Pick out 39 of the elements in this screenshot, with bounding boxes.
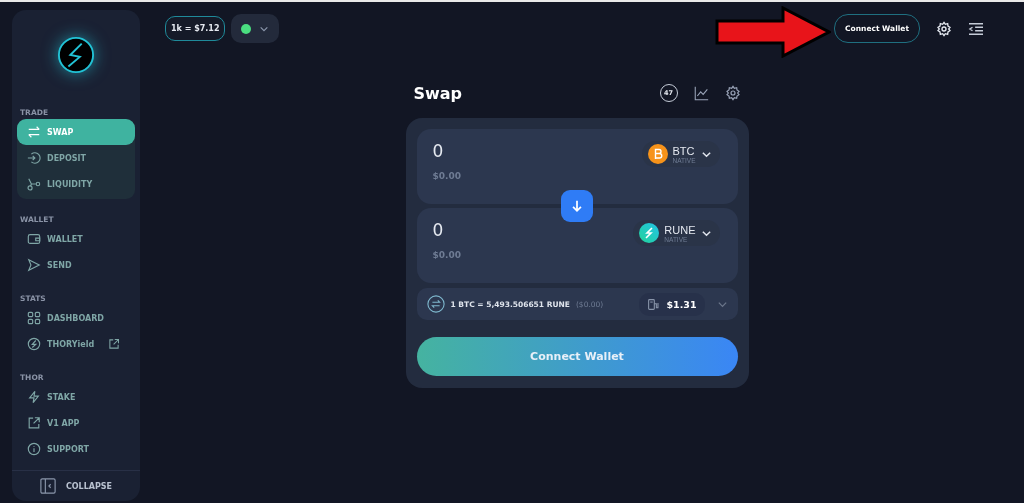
amount-input[interactable]: 0 [432,220,461,240]
flip-direction-button[interactable] [561,190,593,222]
nav-item[interactable]: DASHBOARD [17,305,135,331]
fee-badge: $1.31 [639,292,705,316]
deposit-icon [27,151,41,165]
fuel-pump-icon [647,297,661,311]
network-status-button[interactable] [231,14,280,43]
usd-value: $0.00 [432,250,461,260]
wallet-icon [27,232,41,246]
external-icon [27,416,41,430]
settings-icon[interactable] [724,85,741,101]
nav-item[interactable]: DEPOSIT [17,145,135,171]
nav-item[interactable]: V1 APP [17,410,135,436]
menu-icon[interactable] [968,21,984,36]
info-icon [27,442,41,456]
nav-item[interactable]: THORYield [17,331,135,357]
swap-rate-icon[interactable] [426,295,445,313]
nav-item[interactable]: LIQUIDITY [17,171,135,197]
send-icon [27,258,41,272]
usd-value: $0.00 [432,171,461,181]
arrow-down-icon [570,199,584,213]
amount-input[interactable]: 0 [432,141,461,161]
stake-icon [27,390,41,404]
chart-icon[interactable] [693,85,709,101]
thoryield-icon [27,337,41,351]
liquidity-icon [27,177,41,191]
nav-item[interactable]: WALLET [17,226,135,252]
coin-icon [647,144,668,164]
collapse-button[interactable]: COLLAPSE [35,476,117,496]
collapse-icon [39,478,56,494]
nav-item[interactable]: SEND [17,252,135,278]
price-badge: 1k = $7.12 [165,16,226,41]
logo-icon [57,36,95,74]
coin-icon [639,223,660,243]
swap-icon [27,125,41,139]
nav-item[interactable]: STAKE [17,384,135,410]
dashboard-icon [27,311,41,325]
page-title: Swap [413,83,463,103]
nav-item[interactable]: SUPPORT [17,436,135,462]
